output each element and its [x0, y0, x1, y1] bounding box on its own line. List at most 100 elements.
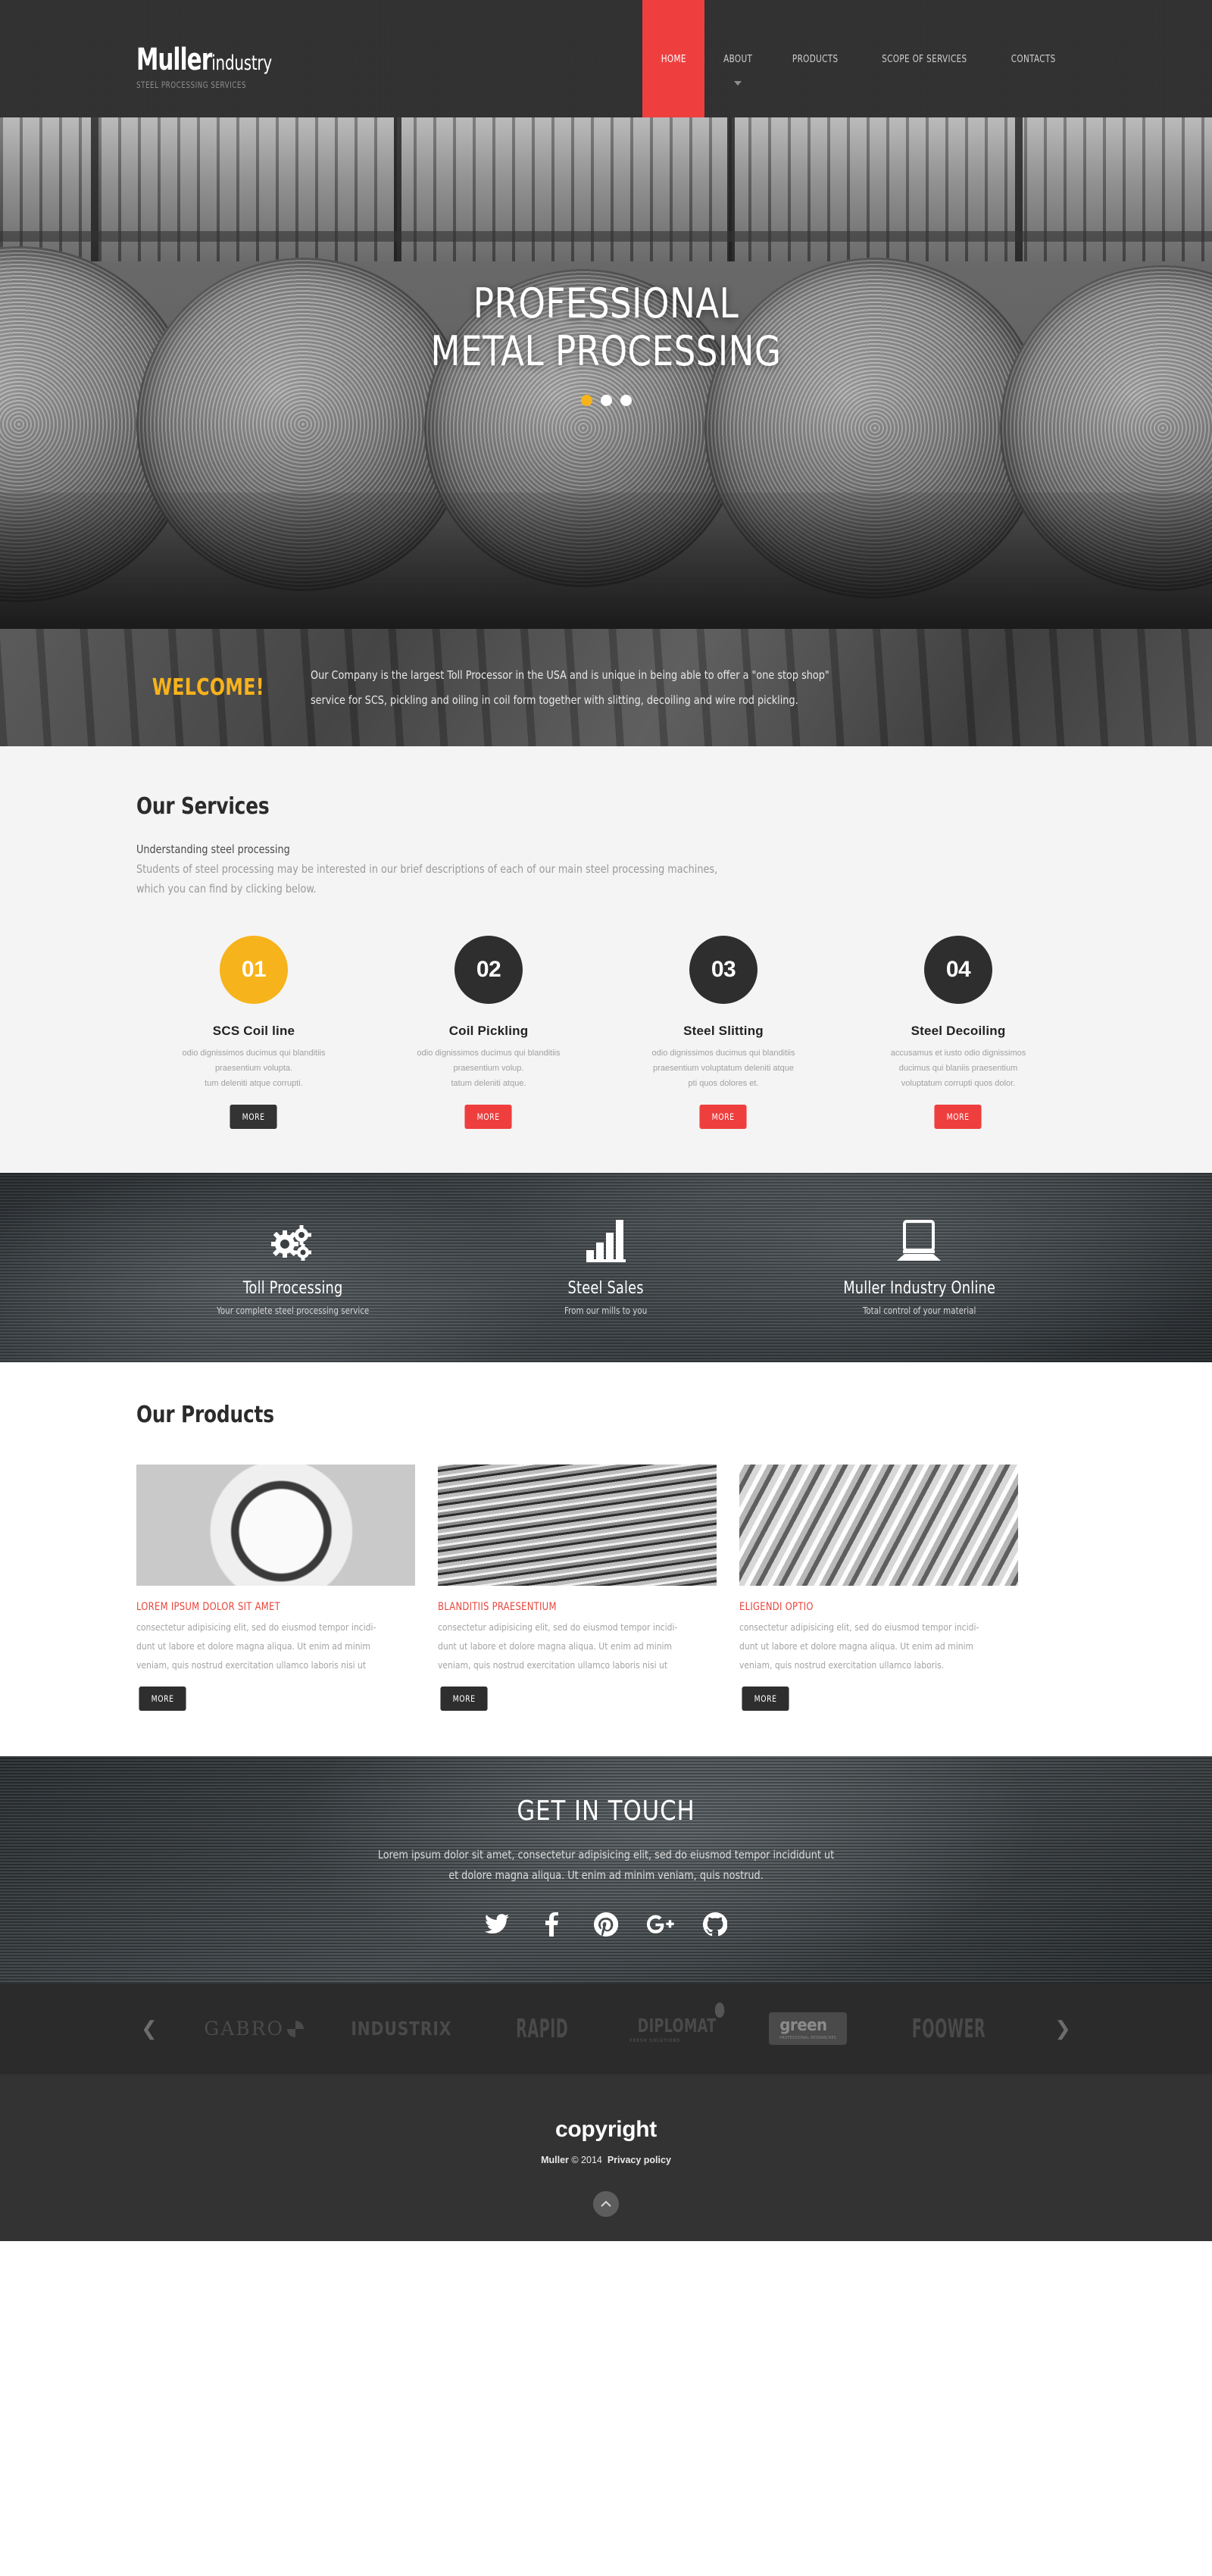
scroll-to-top-button[interactable]	[593, 2190, 619, 2217]
product-text-line1: consectetur adipisicing elit, sed do eiu…	[438, 1621, 678, 1633]
site-footer: copyright Muller © 2014 Privacy policy	[0, 2074, 1212, 2241]
product-more-button[interactable]: MORE	[440, 1686, 488, 1711]
product-image-wire[interactable]	[438, 1464, 717, 1586]
google-plus-icon[interactable]	[645, 1909, 676, 1940]
service-text-line2: praesentium voluptatum deleniti atque	[653, 1063, 794, 1073]
service-more-button[interactable]: MORE	[934, 1104, 982, 1129]
slider-pagination	[0, 395, 1212, 407]
services-description: Students of steel processing may be inte…	[136, 859, 827, 899]
hero-title-line2: METAL PROCESSING	[430, 327, 782, 375]
nav-item-about[interactable]: ABOUT	[704, 0, 771, 117]
gears-icon	[136, 1218, 449, 1262]
nav-item-home[interactable]: HOME	[642, 0, 705, 117]
services-description-line2: which you can find by clicking below.	[136, 882, 317, 896]
slider-dot-1[interactable]	[580, 395, 592, 407]
feature-item[interactable]: Muller Industry Online Total control of …	[763, 1218, 1076, 1316]
service-card-title: Steel Decoiling	[911, 1023, 1006, 1038]
chevron-up-icon	[601, 2200, 611, 2207]
product-text-line2: dunt ut labore et dolore magna aliqua. U…	[739, 1640, 974, 1652]
product-text: consectetur adipisicing elit, sed do eiu…	[136, 1618, 404, 1674]
service-number-badge[interactable]: 02	[454, 935, 523, 1004]
twitter-icon[interactable]	[482, 1909, 512, 1940]
nav-item-scope-of-services[interactable]: SCOPE OF SERVICES	[858, 0, 991, 117]
brand-logo-foower[interactable]: FOOWER	[911, 2014, 985, 2044]
product-title[interactable]: ELIGENDI OPTIO	[739, 1601, 996, 1613]
service-more-button[interactable]: MORE	[230, 1104, 278, 1129]
service-card: 03 Steel Slitting odio dignissimos ducim…	[606, 935, 841, 1129]
service-text-line1: odio dignissimos ducimus qui blanditiis	[182, 1048, 326, 1058]
nav-item-products[interactable]: PRODUCTS	[772, 0, 858, 117]
social-links	[0, 1909, 1212, 1940]
apple-icon	[714, 2002, 725, 2018]
carousel-next-arrow[interactable]: ❯	[1050, 2017, 1076, 2040]
service-number-badge[interactable]: 01	[220, 935, 288, 1004]
service-text-line3: pti quos dolores et.	[688, 1079, 759, 1089]
welcome-text: Our Company is the largest Toll Processo…	[311, 663, 829, 713]
privacy-policy-link[interactable]: Privacy policy	[608, 2155, 671, 2165]
services-description-line1: Students of steel processing may be inte…	[136, 862, 718, 876]
brand-logo-green[interactable]: green PROFESSIONAL RESEARCHES	[769, 2012, 848, 2046]
get-in-touch-title: GET IN TOUCH	[517, 1795, 695, 1827]
hero-slider: PROFESSIONAL METAL PROCESSING	[0, 117, 1212, 629]
swirl-icon	[286, 2020, 304, 2037]
service-card-text: odio dignissimos ducimus qui blanditiis …	[371, 1046, 606, 1092]
github-icon[interactable]	[700, 1909, 730, 1940]
product-more-button[interactable]: MORE	[742, 1686, 789, 1711]
service-card-text: odio dignissimos ducimus qui blanditiis …	[136, 1046, 371, 1092]
main-navigation: HOME ABOUT PRODUCTS SCOPE OF SERVICES CO…	[642, 0, 1076, 117]
service-card: 01 SCS Coil line odio dignissimos ducimu…	[136, 935, 371, 1129]
welcome-banner: WELCOME! Our Company is the largest Toll…	[0, 629, 1212, 746]
nav-item-contacts[interactable]: CONTACTS	[991, 0, 1076, 117]
welcome-text-line1: Our Company is the largest Toll Processo…	[311, 667, 829, 682]
service-number-badge[interactable]: 04	[924, 935, 992, 1004]
brand-logo-rapid[interactable]: RAPID	[516, 2014, 568, 2044]
product-image-gears[interactable]	[136, 1464, 415, 1586]
product-text-line1: consectetur adipisicing elit, sed do eiu…	[739, 1621, 979, 1633]
brand-label: green	[779, 2015, 827, 2035]
get-in-touch-section: GET IN TOUCH Lorem ipsum dolor sit amet,…	[0, 1755, 1212, 1984]
get-in-touch-line2: et dolore magna aliqua. Ut enim ad minim…	[448, 1868, 764, 1883]
service-number-badge[interactable]: 03	[689, 935, 758, 1004]
nav-label: SCOPE OF SERVICES	[882, 52, 967, 65]
feature-item[interactable]: Toll Processing Your complete steel proc…	[136, 1218, 449, 1316]
nav-label: HOME	[661, 52, 686, 65]
services-title: Our Services	[136, 793, 270, 820]
welcome-title: WELCOME!	[152, 674, 264, 701]
service-more-button[interactable]: MORE	[464, 1104, 513, 1129]
logo-tagline: STEEL PROCESSING SERVICES	[136, 80, 247, 90]
carousel-prev-arrow[interactable]: ❮	[136, 2017, 162, 2040]
bar-chart-icon	[449, 1218, 762, 1263]
feature-item[interactable]: Steel Sales From our mills to you	[449, 1218, 762, 1316]
product-title[interactable]: LOREM IPSUM DOLOR SIT AMET	[136, 1601, 393, 1613]
product-text: consectetur adipisicing elit, sed do eiu…	[438, 1618, 705, 1674]
service-cards: 01 SCS Coil line odio dignissimos ducimu…	[136, 935, 1076, 1129]
product-grid: LOREM IPSUM DOLOR SIT AMET consectetur a…	[136, 1464, 1076, 1711]
footer-copy-year: © 2014	[571, 2154, 602, 2165]
brand-logo-industrix[interactable]: INDUSTRIX	[351, 2018, 452, 2040]
logo-sub-text: industry	[211, 52, 272, 75]
service-card-text: odio dignissimos ducimus qui blanditiis …	[606, 1046, 841, 1092]
slider-dot-2[interactable]	[600, 395, 612, 407]
facebook-icon[interactable]	[536, 1909, 567, 1940]
brand-logo-diplomat[interactable]: DIPLOMAT FRESH SOLUTIONS	[629, 2002, 725, 2043]
product-more-button[interactable]: MORE	[139, 1686, 186, 1711]
service-text-line1: odio dignissimos ducimus qui blanditiis	[651, 1048, 795, 1058]
slider-dot-3[interactable]	[620, 395, 632, 407]
brand-logo-gabro[interactable]: GABRO	[204, 2018, 304, 2040]
product-card: BLANDITIIS PRAESENTIUM consectetur adipi…	[438, 1464, 717, 1711]
pinterest-icon[interactable]	[591, 1909, 621, 1940]
service-text-line3: voluptatum corrupti quos dolor.	[901, 1079, 1016, 1089]
service-more-button[interactable]: MORE	[699, 1104, 748, 1129]
service-card-title: Steel Slitting	[683, 1023, 764, 1038]
nav-label: CONTACTS	[1011, 52, 1056, 65]
product-image-tubes[interactable]	[739, 1464, 1018, 1586]
site-logo[interactable]: Mullerindustry STEEL PROCESSING SERVICES	[136, 45, 301, 90]
hero-title-line1: PROFESSIONAL	[473, 280, 739, 327]
service-text-line1: odio dignissimos ducimus qui blanditiis	[417, 1048, 561, 1058]
product-title[interactable]: BLANDITIIS PRAESENTIUM	[438, 1601, 695, 1613]
feature-subtitle: Your complete steel processing service	[217, 1305, 370, 1317]
footer-copyright: Muller © 2014 Privacy policy	[0, 2155, 1212, 2165]
service-text-line3: tatum deleniti atque.	[451, 1079, 526, 1089]
service-card: 02 Coil Pickling odio dignissimos ducimu…	[371, 935, 606, 1129]
chevron-down-icon	[734, 81, 742, 86]
